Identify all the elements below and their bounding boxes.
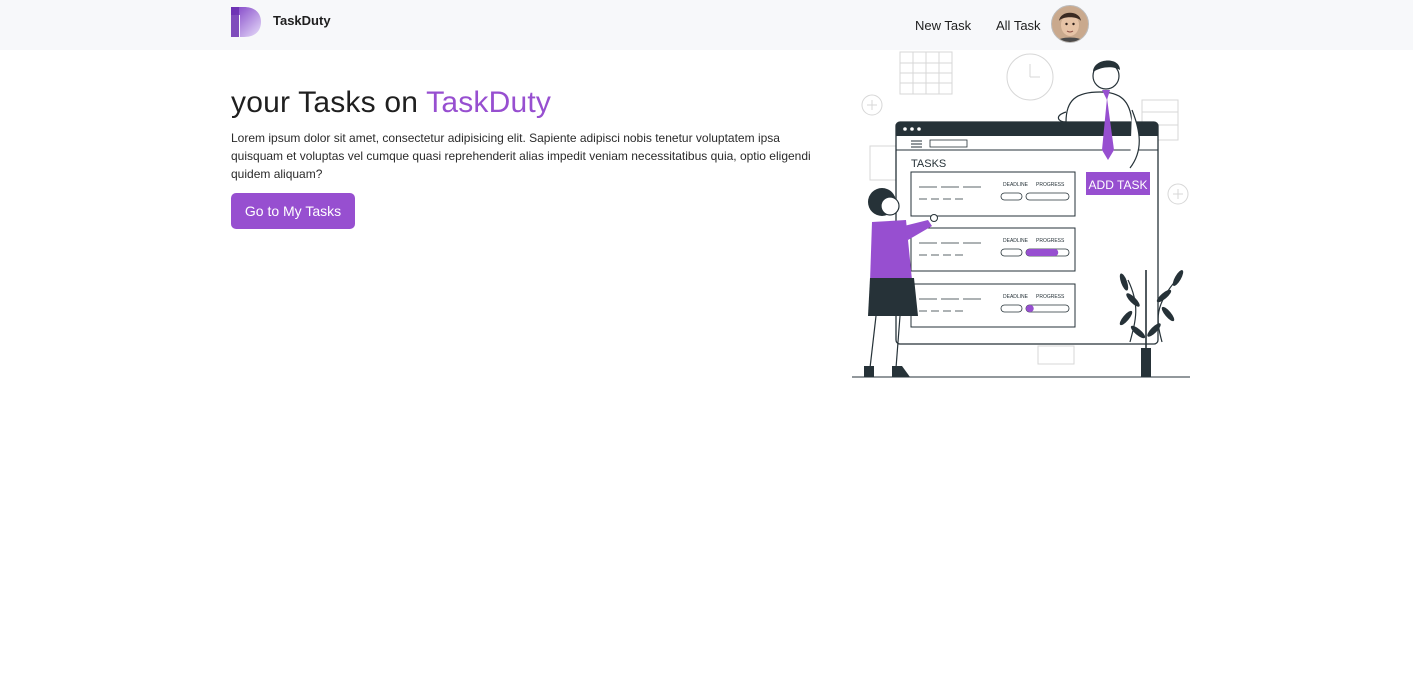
progress-fill (1026, 305, 1034, 312)
progress-label: PROGRESS (1036, 238, 1065, 244)
go-to-my-tasks-button[interactable]: Go to My Tasks (231, 193, 355, 229)
deadline-pill (1000, 248, 1023, 257)
task-board-illustration: TASKS ADD TASK DEADLINE PROGRESS DEADLINE P… (852, 51, 1190, 378)
taskduty-logo-icon (231, 7, 261, 37)
deadline-pill (1000, 304, 1023, 313)
nav-new-task-link[interactable]: New Task (915, 18, 971, 33)
avatar-portrait-icon (1052, 6, 1088, 42)
task-rows: DEADLINE PROGRESS DEADLINE PROGRESS DEADLINE… (910, 171, 1076, 328)
hero-title-prefix: your Tasks on (231, 86, 427, 119)
deadline-pill (1000, 192, 1023, 201)
deadline-label: DEADLINE (1003, 182, 1029, 188)
progress-label: PROGRESS (1036, 294, 1065, 300)
progress-label: PROGRESS (1036, 182, 1065, 188)
user-avatar[interactable] (1051, 5, 1089, 43)
hero-title-accent: TaskDuty (426, 86, 552, 119)
nav-all-task-link[interactable]: All Task (996, 18, 1041, 33)
hero-title: your Tasks on TaskDuty (231, 86, 551, 120)
brand-name: TaskDuty (273, 12, 331, 28)
deadline-label: DEADLINE (1003, 238, 1029, 244)
deadline-label: DEADLINE (1003, 294, 1029, 300)
hero-description: Lorem ipsum dolor sit amet, consectetur … (231, 131, 811, 181)
progress-fill (1026, 249, 1059, 256)
navbar: TaskDuty New Task All Task (0, 0, 1413, 50)
brand[interactable]: TaskDuty (231, 7, 331, 37)
progress-track (1025, 192, 1070, 201)
add-task-badge-label: ADD TASK (1089, 178, 1148, 192)
tasks-heading: TASKS (911, 158, 946, 170)
